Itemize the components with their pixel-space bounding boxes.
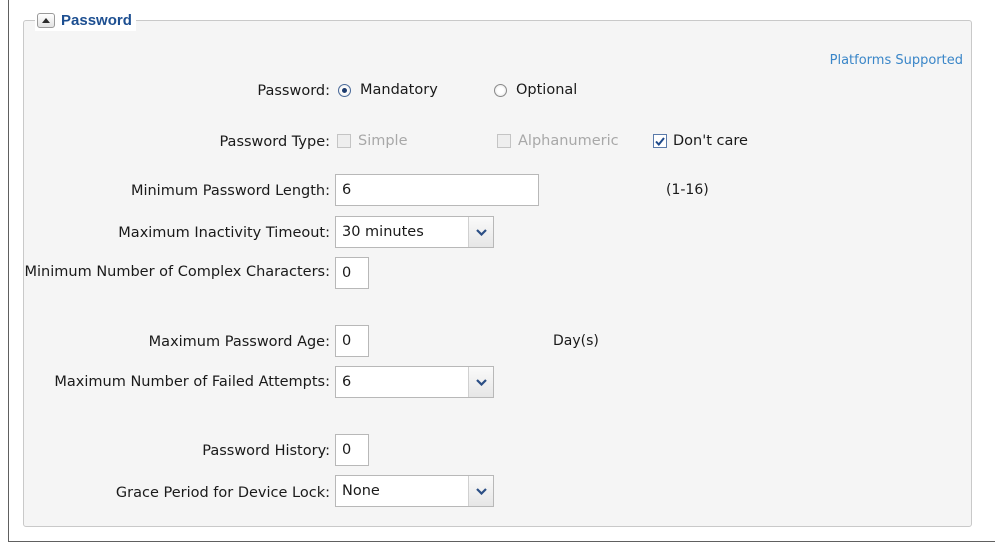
check-icon — [655, 136, 665, 146]
radio-option-optional[interactable]: Optional — [494, 82, 577, 98]
grace-period-dropdown-button[interactable] — [468, 476, 493, 506]
dont-care-checkbox[interactable] — [653, 134, 667, 148]
grace-period-value: None — [342, 483, 380, 499]
radio-dot-icon — [342, 87, 347, 93]
password-history-input[interactable]: 0 — [335, 434, 369, 466]
simple-label: Simple — [358, 133, 408, 149]
inactivity-timeout-label: Maximum Inactivity Timeout: — [118, 225, 330, 241]
simple-checkbox-option[interactable]: Simple — [337, 133, 408, 149]
mandatory-radio[interactable] — [338, 83, 351, 97]
radio-option-mandatory[interactable]: Mandatory — [338, 82, 438, 98]
max-age-unit: Day(s) — [553, 333, 599, 349]
dont-care-label: Don't care — [673, 133, 748, 149]
mandatory-label: Mandatory — [360, 82, 438, 98]
failed-attempts-select[interactable]: 6 — [335, 366, 494, 398]
inactivity-timeout-value: 30 minutes — [342, 224, 424, 240]
chevron-down-icon — [475, 228, 487, 236]
alphanumeric-checkbox-option[interactable]: Alphanumeric — [497, 133, 619, 149]
failed-attempts-label: Maximum Number of Failed Attempts: — [54, 374, 330, 390]
collapse-button[interactable] — [37, 12, 55, 28]
alphanumeric-label: Alphanumeric — [518, 133, 619, 149]
platforms-supported-link[interactable]: Platforms Supported — [830, 53, 963, 68]
dont-care-checkbox-option[interactable]: Don't care — [653, 133, 748, 149]
inactivity-timeout-select[interactable]: 30 minutes — [335, 216, 494, 248]
failed-attempts-value: 6 — [342, 374, 352, 390]
grace-period-select[interactable]: None — [335, 475, 494, 507]
complex-chars-input[interactable]: 0 — [335, 257, 369, 289]
section-header: Password — [35, 9, 136, 31]
min-length-label: Minimum Password Length: — [130, 183, 330, 199]
simple-checkbox[interactable] — [337, 134, 351, 148]
optional-label: Optional — [516, 82, 578, 98]
caret-up-icon — [42, 17, 50, 23]
inactivity-dropdown-button[interactable] — [468, 217, 493, 247]
complex-chars-label: Minimum Number of Complex Characters: — [24, 264, 330, 280]
chevron-down-icon — [475, 487, 487, 495]
min-length-input[interactable]: 6 — [335, 174, 539, 206]
failed-attempts-dropdown-button[interactable] — [468, 367, 493, 397]
chevron-down-icon — [475, 378, 487, 386]
min-length-range: (1-16) — [666, 182, 709, 198]
alphanumeric-checkbox[interactable] — [497, 134, 511, 148]
grace-period-label: Grace Period for Device Lock: — [115, 485, 330, 501]
password-type-label: Password Type: — [219, 134, 330, 150]
password-label: Password: — [257, 83, 330, 99]
max-age-label: Maximum Password Age: — [148, 334, 330, 350]
optional-radio[interactable] — [494, 83, 507, 97]
section-title: Password — [61, 11, 132, 29]
password-history-label: Password History: — [202, 443, 330, 459]
max-age-input[interactable]: 0 — [335, 325, 369, 357]
